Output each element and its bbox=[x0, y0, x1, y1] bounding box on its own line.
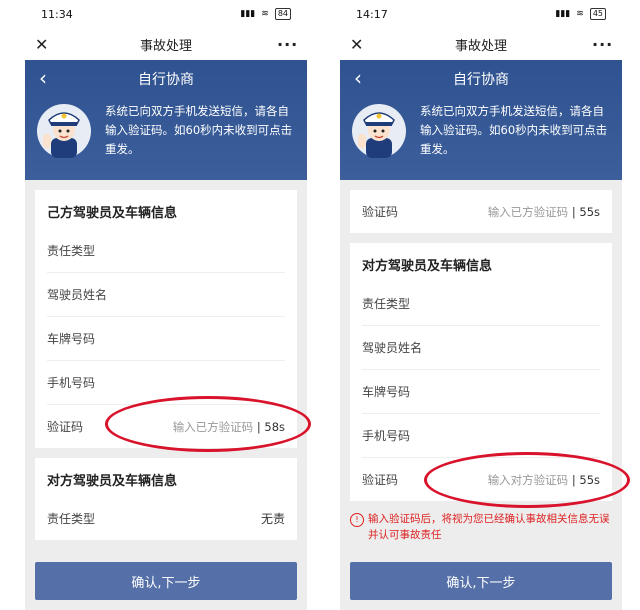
right-phone-screen: 14:17 ▮▮▮ ≋ 45 ✕ 事故处理 ··· ‹ 自行协商 系统已向双方手… bbox=[340, 0, 622, 610]
own-info-card: 验证码 输入已方验证码 | 55s bbox=[350, 190, 612, 233]
other-verify-code-field[interactable]: 验证码 输入对方验证码 | 55s bbox=[362, 458, 600, 501]
field-responsibility[interactable]: 责任类型 bbox=[362, 282, 600, 326]
own-verify-code-field[interactable]: 验证码 输入已方验证码 | 58s bbox=[47, 405, 285, 448]
close-icon[interactable]: ✕ bbox=[35, 35, 55, 54]
title-bar: ✕ 事故处理 ··· bbox=[25, 28, 307, 60]
battery-icon: 84 bbox=[274, 8, 291, 20]
field-plate-number[interactable]: 车牌号码 bbox=[362, 370, 600, 414]
field-responsibility[interactable]: 责任类型 bbox=[47, 229, 285, 273]
other-info-card: 对方驾驶员及车辆信息 责任类型 无责 bbox=[35, 458, 297, 540]
battery-icon: 45 bbox=[589, 8, 606, 20]
confirm-next-button[interactable]: 确认,下一步 bbox=[350, 562, 612, 600]
field-phone[interactable]: 手机号码 bbox=[47, 361, 285, 405]
page-title: 事故处理 bbox=[139, 38, 192, 54]
wifi-icon: ≋ bbox=[261, 9, 269, 19]
banner: ‹ 自行协商 系统已向双方手机发送短信，请各自输入验证码。如60秒内未收到可点击… bbox=[340, 60, 622, 180]
confirm-next-button[interactable]: 确认,下一步 bbox=[35, 562, 297, 600]
field-responsibility[interactable]: 责任类型 无责 bbox=[47, 497, 285, 540]
close-icon[interactable]: ✕ bbox=[350, 35, 370, 54]
own-info-title: 己方驾驶员及车辆信息 bbox=[47, 206, 178, 221]
more-icon[interactable]: ··· bbox=[592, 35, 612, 54]
other-info-title: 对方驾驶员及车辆信息 bbox=[362, 259, 493, 274]
signal-icon: ▮▮▮ bbox=[555, 9, 571, 19]
status-bar: 11:34 ▮▮▮ ≋ 84 bbox=[25, 0, 307, 28]
banner-message: 系统已向双方手机发送短信，请各自输入验证码。如60秒内未收到可点击重发。 bbox=[105, 104, 293, 156]
back-icon[interactable]: ‹ bbox=[354, 66, 362, 90]
resend-countdown[interactable]: 58s bbox=[264, 420, 285, 434]
banner-message: 系统已向双方手机发送短信，请各自输入验证码。如60秒内未收到可点击重发。 bbox=[420, 104, 608, 156]
status-time: 11:34 bbox=[41, 7, 73, 21]
field-driver-name[interactable]: 驾驶员姓名 bbox=[47, 273, 285, 317]
signal-icon: ▮▮▮ bbox=[240, 9, 256, 19]
own-verify-code-field[interactable]: 验证码 输入已方验证码 | 55s bbox=[362, 190, 600, 233]
status-bar: 14:17 ▮▮▮ ≋ 45 bbox=[340, 0, 622, 28]
banner-title: 自行协商 bbox=[138, 72, 194, 88]
police-officer-icon bbox=[37, 104, 91, 158]
banner-title: 自行协商 bbox=[453, 72, 509, 88]
own-verify-input[interactable]: 输入已方验证码 bbox=[488, 205, 569, 219]
field-driver-name[interactable]: 驾驶员姓名 bbox=[362, 326, 600, 370]
warning-icon: ! bbox=[350, 513, 364, 527]
police-officer-icon bbox=[352, 104, 406, 158]
left-phone-screen: 11:34 ▮▮▮ ≋ 84 ✕ 事故处理 ··· ‹ 自行协商 系统已向双方手… bbox=[25, 0, 307, 610]
back-icon[interactable]: ‹ bbox=[39, 66, 47, 90]
field-phone[interactable]: 手机号码 bbox=[362, 414, 600, 458]
resend-countdown[interactable]: 55s bbox=[579, 473, 600, 487]
other-info-card: 对方驾驶员及车辆信息 责任类型 驾驶员姓名 车牌号码 手机号码 验证码 输入对方… bbox=[350, 243, 612, 501]
other-verify-input[interactable]: 输入对方验证码 bbox=[488, 473, 569, 487]
wifi-icon: ≋ bbox=[576, 9, 584, 19]
title-bar: ✕ 事故处理 ··· bbox=[340, 28, 622, 60]
more-icon[interactable]: ··· bbox=[277, 35, 297, 54]
responsibility-value: 无责 bbox=[260, 512, 285, 526]
page-title: 事故处理 bbox=[454, 38, 507, 54]
banner: ‹ 自行协商 系统已向双方手机发送短信，请各自输入验证码。如60秒内未收到可点击… bbox=[25, 60, 307, 180]
own-info-card: 己方驾驶员及车辆信息 责任类型 驾驶员姓名 车牌号码 手机号码 验证码 输入已方… bbox=[35, 190, 297, 448]
warning-notice: ! 输入验证码后，将视为您已经确认事故相关信息无误并认可事故责任 bbox=[350, 511, 612, 543]
field-plate-number[interactable]: 车牌号码 bbox=[47, 317, 285, 361]
resend-countdown[interactable]: 55s bbox=[579, 205, 600, 219]
warning-text: 输入验证码后，将视为您已经确认事故相关信息无误并认可事故责任 bbox=[368, 513, 610, 541]
other-info-title: 对方驾驶员及车辆信息 bbox=[47, 474, 178, 489]
own-verify-input[interactable]: 输入已方验证码 bbox=[173, 420, 254, 434]
status-time: 14:17 bbox=[356, 7, 388, 21]
